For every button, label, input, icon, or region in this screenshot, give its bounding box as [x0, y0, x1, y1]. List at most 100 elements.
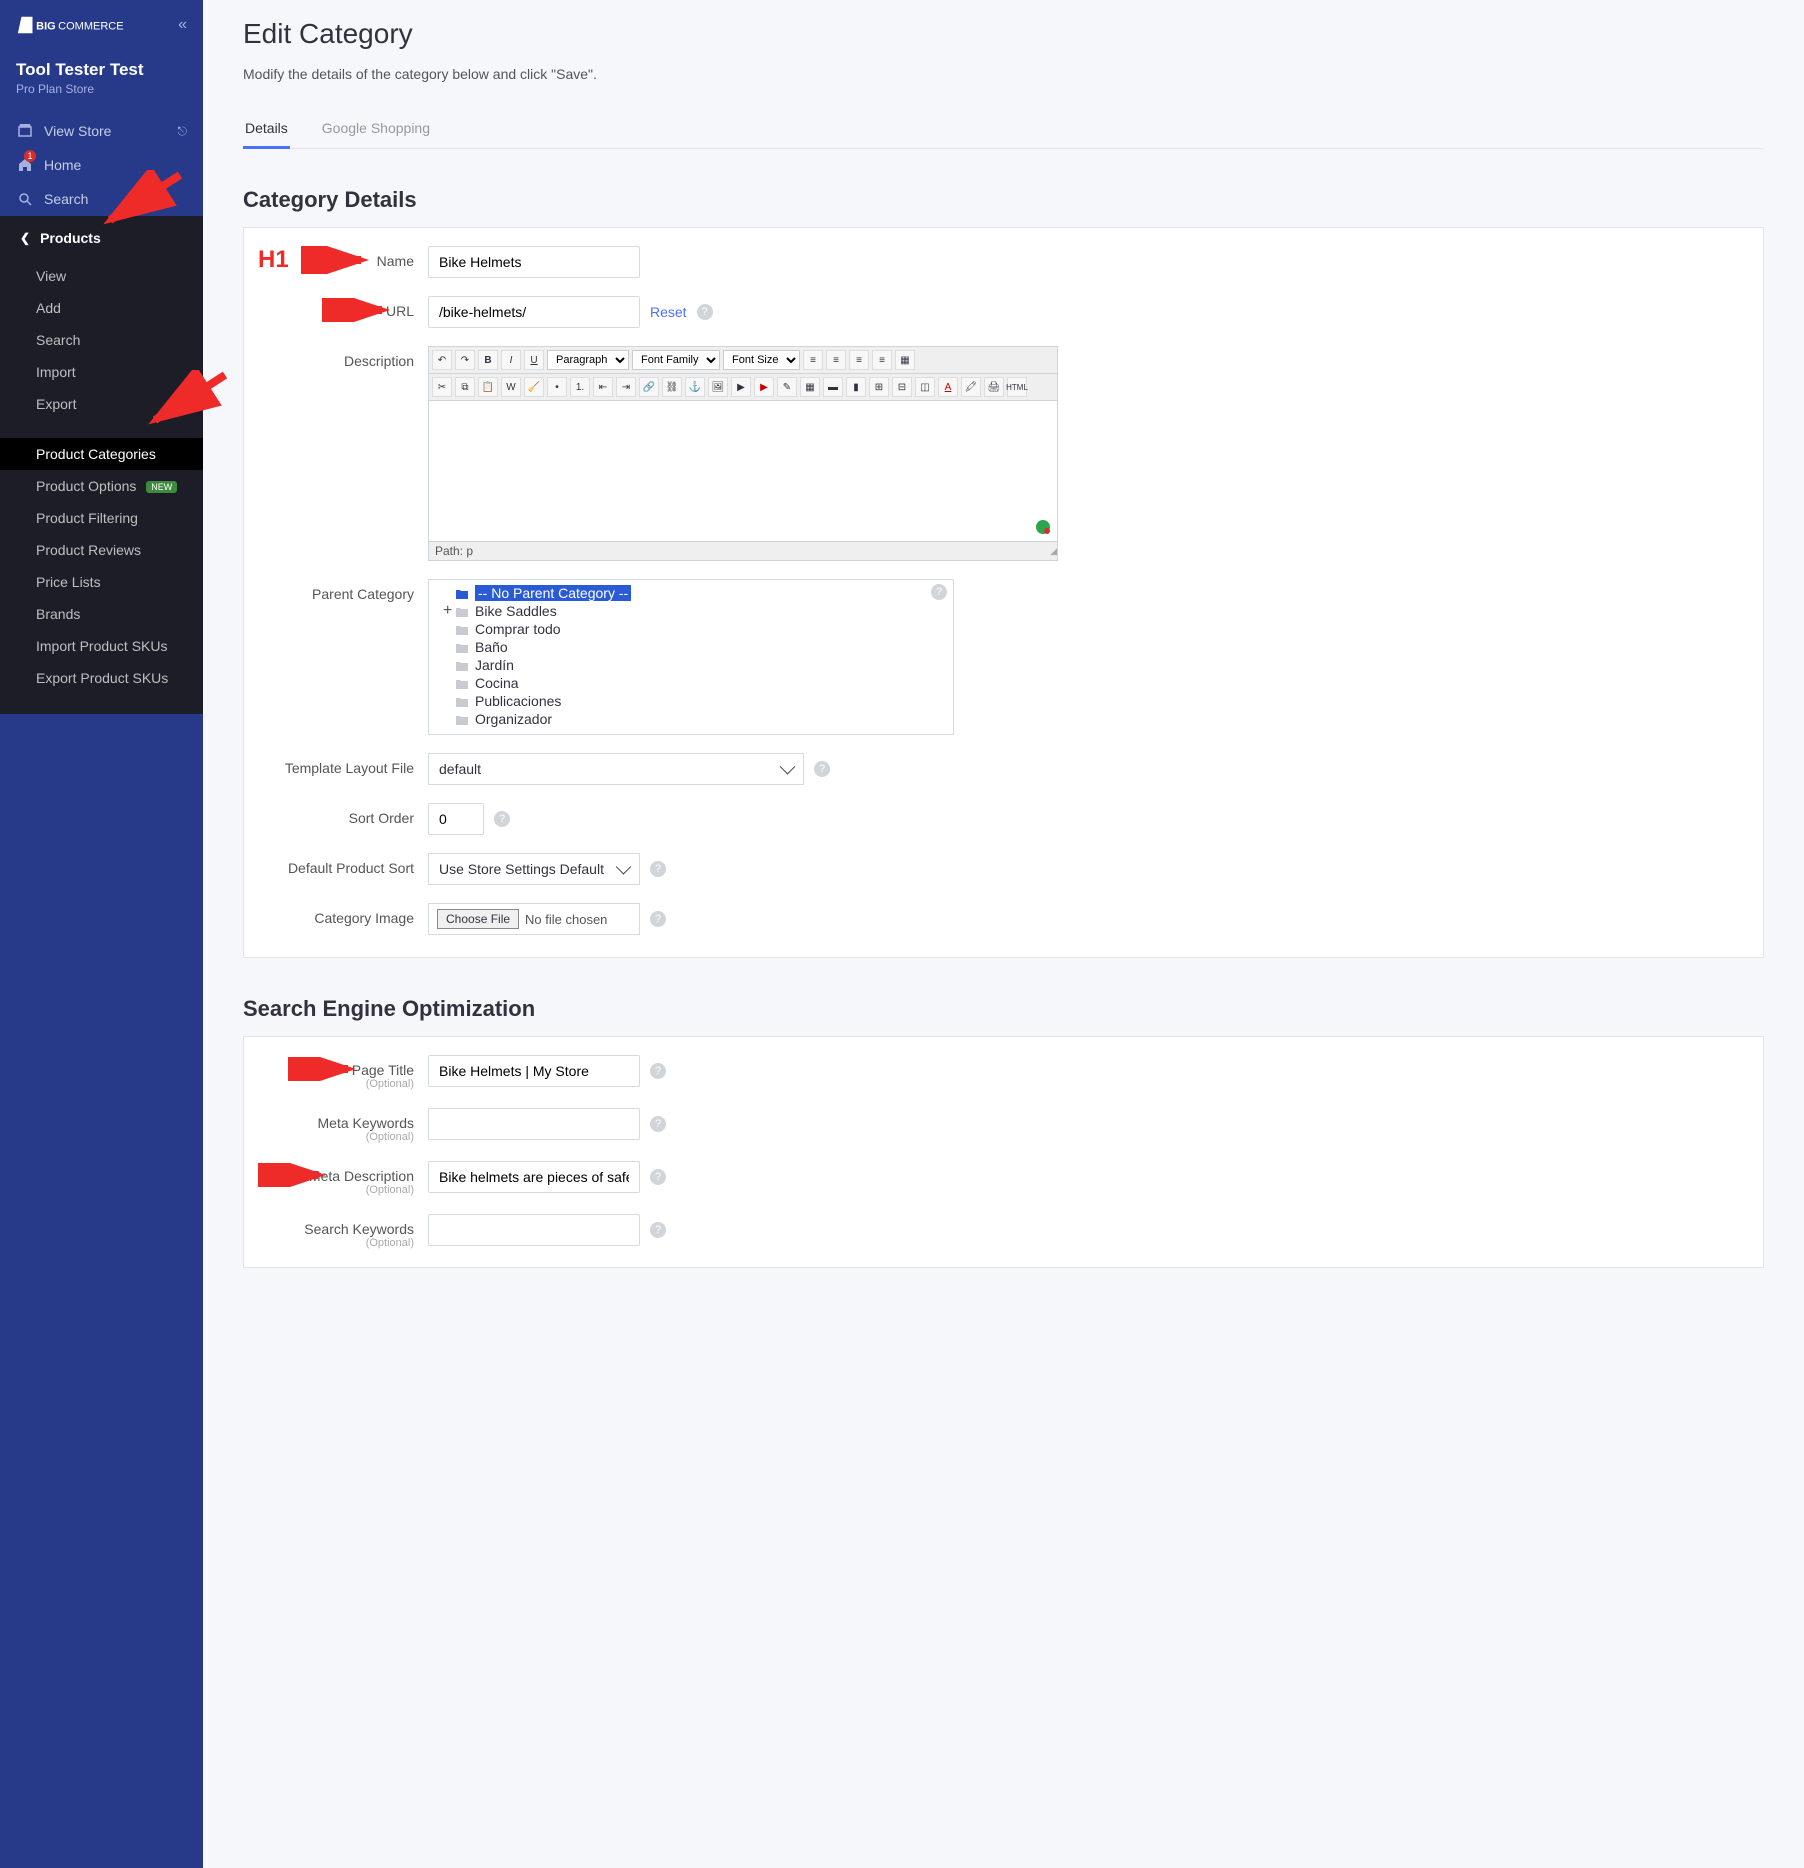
youtube-icon[interactable]: ▶ — [754, 377, 774, 397]
align-center-icon[interactable]: ≡ — [826, 350, 846, 370]
media-icon[interactable]: ▶ — [731, 377, 751, 397]
font-family-select[interactable]: Font Family — [632, 350, 720, 370]
bg-color-icon[interactable]: 🖍 — [961, 377, 981, 397]
align-right-icon[interactable]: ≡ — [849, 350, 869, 370]
bullet-list-icon[interactable]: • — [547, 377, 567, 397]
collapse-sidebar-icon[interactable]: « — [178, 16, 187, 34]
file-input-category-image[interactable]: Choose File No file chosen — [428, 903, 640, 935]
tab-google-shopping[interactable]: Google Shopping — [320, 112, 432, 148]
logo[interactable]: BIGCOMMERCE — [16, 14, 126, 36]
underline-icon[interactable]: U — [524, 350, 544, 370]
annotation-arrow-products — [100, 170, 190, 233]
table-icon[interactable]: ▦ — [800, 377, 820, 397]
number-list-icon[interactable]: 1. — [570, 377, 590, 397]
reset-url-link[interactable]: Reset — [650, 304, 687, 320]
align-left-icon[interactable]: ≡ — [803, 350, 823, 370]
input-category-name[interactable] — [428, 246, 640, 278]
undo-icon[interactable]: ↶ — [432, 350, 452, 370]
help-icon[interactable]: ? — [650, 1063, 666, 1079]
input-page-title[interactable] — [428, 1055, 640, 1087]
editor-toolbar: ↶ ↷ B I U Paragraph Font Family Font Siz… — [429, 347, 1057, 374]
parent-category-option[interactable]: Jardín — [439, 656, 943, 674]
input-sort-order[interactable] — [428, 803, 484, 835]
help-icon[interactable]: ? — [814, 761, 830, 777]
help-icon[interactable]: ? — [650, 861, 666, 877]
help-icon[interactable]: ? — [494, 811, 510, 827]
parent-category-option[interactable]: Comprar todo — [439, 620, 943, 638]
input-meta-keywords[interactable] — [428, 1108, 640, 1140]
border-icon[interactable]: ◫ — [915, 377, 935, 397]
nav-label: Home — [44, 157, 81, 173]
help-icon[interactable]: ? — [697, 304, 713, 320]
outdent-icon[interactable]: ⇤ — [593, 377, 613, 397]
annotation-arrow-page-title — [288, 1057, 358, 1081]
help-icon[interactable]: ? — [931, 584, 947, 600]
input-category-url[interactable] — [428, 296, 640, 328]
parent-category-option[interactable]: -- No Parent Category -- — [439, 584, 943, 602]
font-size-select[interactable]: Font Size — [723, 350, 800, 370]
subnav-export-skus[interactable]: Export Product SKUs — [0, 662, 203, 694]
subnav-view[interactable]: View — [0, 260, 203, 292]
nav-view-store[interactable]: View Store ⎋ — [0, 114, 203, 148]
cut-icon[interactable]: ✂ — [432, 377, 452, 397]
resize-handle-icon[interactable]: ◢ — [1043, 546, 1057, 560]
copy-icon[interactable]: ⧉ — [455, 377, 475, 397]
unlink-icon[interactable]: ⛓ — [662, 377, 682, 397]
sidebar-submenu: ❮ Products View Add Search Import Export… — [0, 216, 203, 714]
subnav-price-lists[interactable]: Price Lists — [0, 566, 203, 598]
tree-expander-icon[interactable]: + — [443, 605, 455, 617]
tab-details[interactable]: Details — [243, 112, 290, 149]
submenu-title: Products — [40, 230, 101, 246]
bold-icon[interactable]: B — [478, 350, 498, 370]
parent-category-option[interactable]: Organizador — [439, 710, 943, 728]
parent-category-option[interactable]: Baño — [439, 638, 943, 656]
print-icon[interactable]: 🖨 — [984, 377, 1004, 397]
subnav-product-filtering[interactable]: Product Filtering — [0, 502, 203, 534]
help-icon[interactable]: ? — [650, 911, 666, 927]
italic-icon[interactable]: I — [501, 350, 521, 370]
split-icon[interactable]: ⊞ — [869, 377, 889, 397]
col-icon[interactable]: ▮ — [846, 377, 866, 397]
subnav-search[interactable]: Search — [0, 324, 203, 356]
subnav-brands[interactable]: Brands — [0, 598, 203, 630]
merge-icon[interactable]: ⊟ — [892, 377, 912, 397]
anchor-icon[interactable]: ⚓ — [685, 377, 705, 397]
editor-body[interactable] — [429, 401, 1057, 541]
chevron-left-icon: ❮ — [20, 231, 30, 245]
fullscreen-icon[interactable]: ▦ — [895, 350, 915, 370]
select-template-layout[interactable]: default — [428, 753, 804, 785]
indent-icon[interactable]: ⇥ — [616, 377, 636, 397]
folder-icon — [455, 587, 469, 599]
text-color-icon[interactable]: A — [938, 377, 958, 397]
redo-icon[interactable]: ↷ — [455, 350, 475, 370]
subnav-import-skus[interactable]: Import Product SKUs — [0, 630, 203, 662]
edit-icon[interactable]: ✎ — [777, 377, 797, 397]
parent-category-option[interactable]: Publicaciones — [439, 692, 943, 710]
row-icon[interactable]: ▬ — [823, 377, 843, 397]
subnav-add[interactable]: Add — [0, 292, 203, 324]
paragraph-select[interactable]: Paragraph — [547, 350, 629, 370]
clear-format-icon[interactable]: 🧹 — [524, 377, 544, 397]
html-icon[interactable]: HTML — [1007, 377, 1027, 397]
input-meta-description[interactable] — [428, 1161, 640, 1193]
subnav-product-reviews[interactable]: Product Reviews — [0, 534, 203, 566]
image-icon[interactable]: 🖼 — [708, 377, 728, 397]
grammarly-icon[interactable] — [1035, 519, 1051, 535]
help-icon[interactable]: ? — [650, 1169, 666, 1185]
category-label: -- No Parent Category -- — [475, 585, 631, 601]
parent-category-option[interactable]: +Bike Saddles — [439, 602, 943, 620]
label-search-keywords: Search Keywords (Optional) — [268, 1214, 428, 1249]
help-icon[interactable]: ? — [650, 1222, 666, 1238]
label-parent-category: Parent Category — [268, 579, 428, 602]
choose-file-button[interactable]: Choose File — [437, 909, 519, 929]
align-justify-icon[interactable]: ≡ — [872, 350, 892, 370]
subnav-product-options[interactable]: Product Options NEW — [0, 470, 203, 502]
paste-word-icon[interactable]: W — [501, 377, 521, 397]
link-icon[interactable]: 🔗 — [639, 377, 659, 397]
subnav-product-categories[interactable]: Product Categories — [0, 438, 203, 470]
help-icon[interactable]: ? — [650, 1116, 666, 1132]
input-search-keywords[interactable] — [428, 1214, 640, 1246]
paste-icon[interactable]: 📋 — [478, 377, 498, 397]
parent-category-option[interactable]: Cocina — [439, 674, 943, 692]
select-default-product-sort[interactable]: Use Store Settings Default — [428, 853, 640, 885]
